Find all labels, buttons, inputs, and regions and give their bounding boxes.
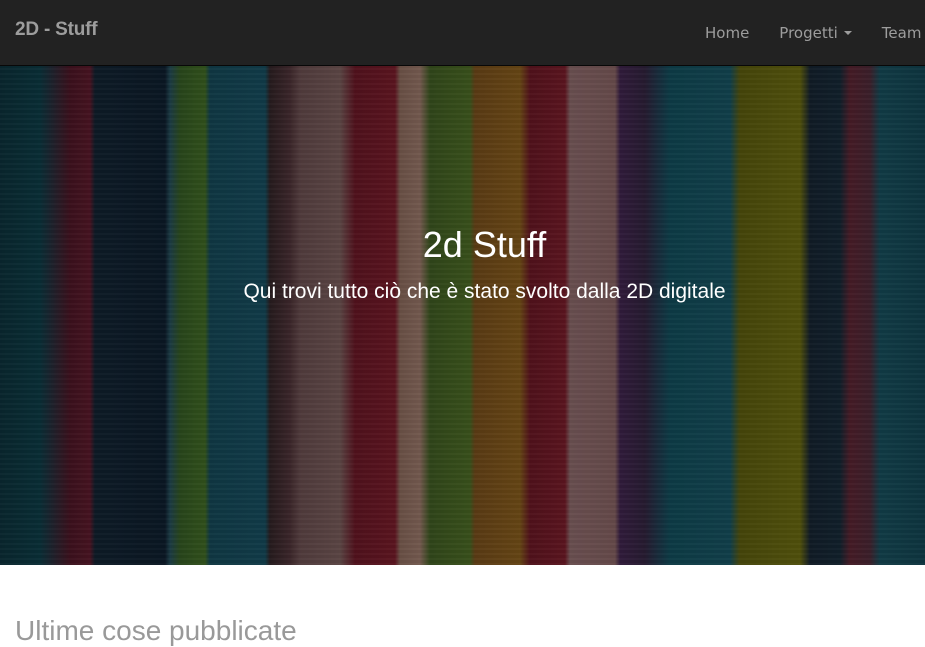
nav-item-progetti-dropdown[interactable]: Progetti [764,24,866,42]
nav-item-team[interactable]: Team [867,24,925,42]
nav-menu: Home Progetti Team [690,0,925,65]
hero-texture [0,66,925,565]
nav-item-home-label: Home [705,24,750,42]
caret-down-icon [843,31,852,35]
hero-banner: 2d Stuff Qui trovi tutto ciò che è stato… [0,66,925,565]
section-title: Ultime cose pubblicate [15,615,297,646]
nav-item-home[interactable]: Home [690,24,764,42]
brand-link[interactable]: 2D - Stuff [15,19,98,41]
nav-item-team-label: Team [881,24,922,42]
hero-title: 2d Stuff [422,224,547,265]
nav-item-progetti-label: Progetti [779,24,838,42]
top-navbar: 2D - Stuff Home Progetti Team [0,0,925,66]
hero-subtitle: Qui trovi tutto ciò che è stato svolto d… [243,280,726,303]
